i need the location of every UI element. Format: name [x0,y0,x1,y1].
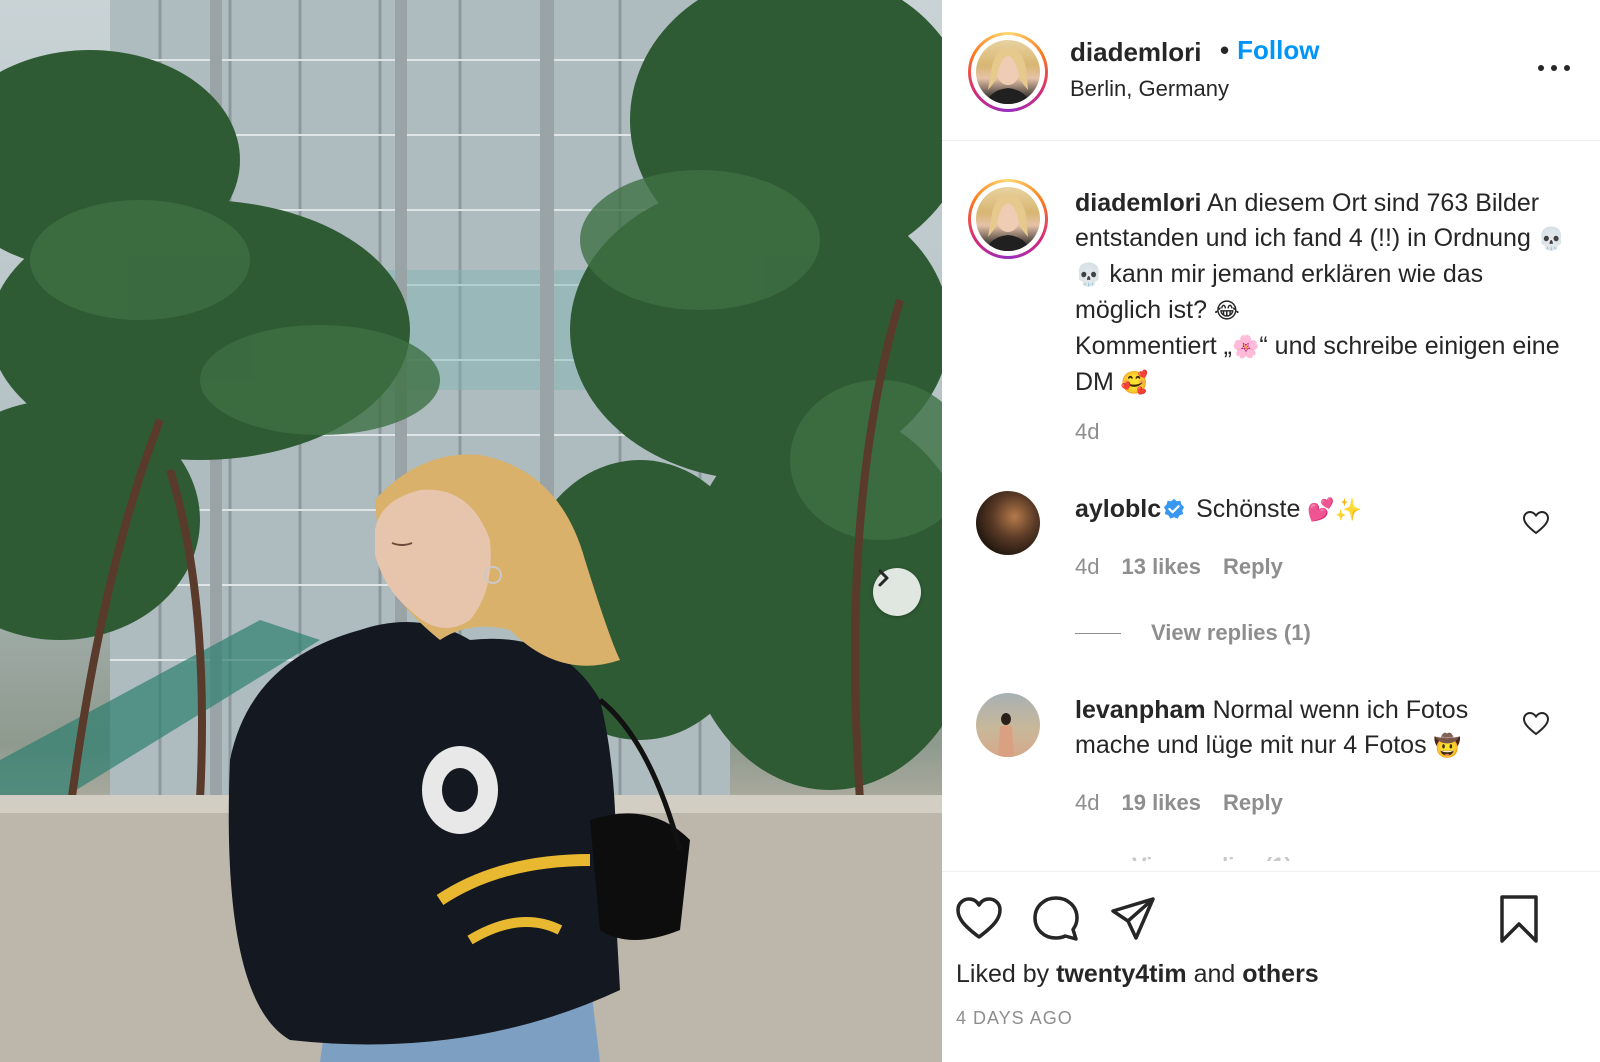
comment-avatar-ayloblc[interactable] [976,491,1040,555]
comment-username[interactable]: levanpham [1075,696,1206,724]
photo-illustration [0,0,942,1062]
post-header: diademlori • Follow Berlin, Germany [942,0,1600,141]
liked-by: Liked by twenty4tim and others [956,960,1319,989]
caption-text: diademlori An diesem Ort sind 763 Bilder… [1075,186,1575,401]
view-replies-label: View replies (1) [1151,620,1311,645]
post-actions: Liked by twenty4tim and others 4 DAYS AG… [942,871,1600,1062]
caption-time: 4d [1075,419,1100,444]
comment-meta: 4d 13 likes Reply [1075,554,1283,580]
comment-likes[interactable]: 19 likes [1121,790,1201,815]
follow-group: • Follow [1220,35,1319,66]
author-photo-icon [986,195,1030,251]
cowboy-emoji: 🤠 [1433,734,1461,759]
comment-likes[interactable]: 13 likes [1121,554,1201,579]
author-avatar[interactable] [968,32,1048,112]
post-side-panel: diademlori • Follow Berlin, Germany diad… [942,0,1600,1062]
author-photo-icon [986,48,1030,104]
comment-time: 4d [1075,790,1100,815]
bookmark-icon[interactable] [1494,894,1544,944]
comment-text: levanpham Normal wenn ich Fotos mache un… [1075,693,1515,764]
caption-avatar[interactable] [968,179,1048,259]
post-location[interactable]: Berlin, Germany [1070,76,1229,102]
comment-body: Schönste [1196,495,1301,523]
next-photo-button[interactable] [873,568,921,616]
divider-line [1075,632,1121,634]
caption-username[interactable]: diademlori [1075,189,1201,217]
paper-plane-icon[interactable] [1108,894,1158,944]
author-username[interactable]: diademlori [1070,37,1201,68]
heart-icon[interactable] [954,894,1004,944]
comment-meta: 4d 19 likes Reply [1075,790,1283,816]
follow-button[interactable]: Follow [1237,35,1319,65]
comments-list[interactable]: diademlori An diesem Ort sind 763 Bilder… [942,141,1600,871]
separator-dot: • [1220,35,1230,65]
comment-like-icon[interactable] [1523,511,1549,535]
commenter-photo-icon [998,713,1014,757]
comment-time: 4d [1075,554,1100,579]
comment-avatar-levanpham[interactable] [976,693,1040,757]
comment-like-icon[interactable] [1523,712,1549,736]
post-date[interactable]: 4 DAYS AGO [956,1008,1073,1029]
hearts-sparkles-emoji: 💕✨ [1307,498,1363,523]
caption-line3: Kommentiert „ [1075,332,1232,360]
comment-bubble-icon[interactable] [1031,894,1081,944]
flower-emoji: 🌸 [1231,335,1260,360]
view-replies-partial[interactable]: View replies (1) [1132,851,1312,861]
liked-by-user[interactable]: twenty4tim [1056,960,1187,988]
more-options-icon[interactable] [1538,56,1570,80]
laughing-emoji: 😂 [1213,299,1240,324]
post-photo[interactable] [0,0,942,1062]
smiling-hearts-emoji: 🥰 [1120,371,1149,396]
reply-button[interactable]: Reply [1223,790,1283,815]
verified-badge-icon [1164,498,1185,519]
liked-by-and: and [1193,960,1236,988]
comment-username[interactable]: ayloblc [1075,495,1161,523]
view-replies-button[interactable]: View replies (1) [1075,620,1311,646]
reply-button[interactable]: Reply [1223,554,1283,579]
liked-by-prefix: Liked by [956,960,1050,988]
liked-by-others[interactable]: others [1242,960,1318,988]
caption-line2: kann mir jemand erklären wie das möglich… [1075,260,1484,324]
chevron-right-icon [878,569,889,587]
comment-text: ayloblc Schönste 💕✨ [1075,492,1515,528]
